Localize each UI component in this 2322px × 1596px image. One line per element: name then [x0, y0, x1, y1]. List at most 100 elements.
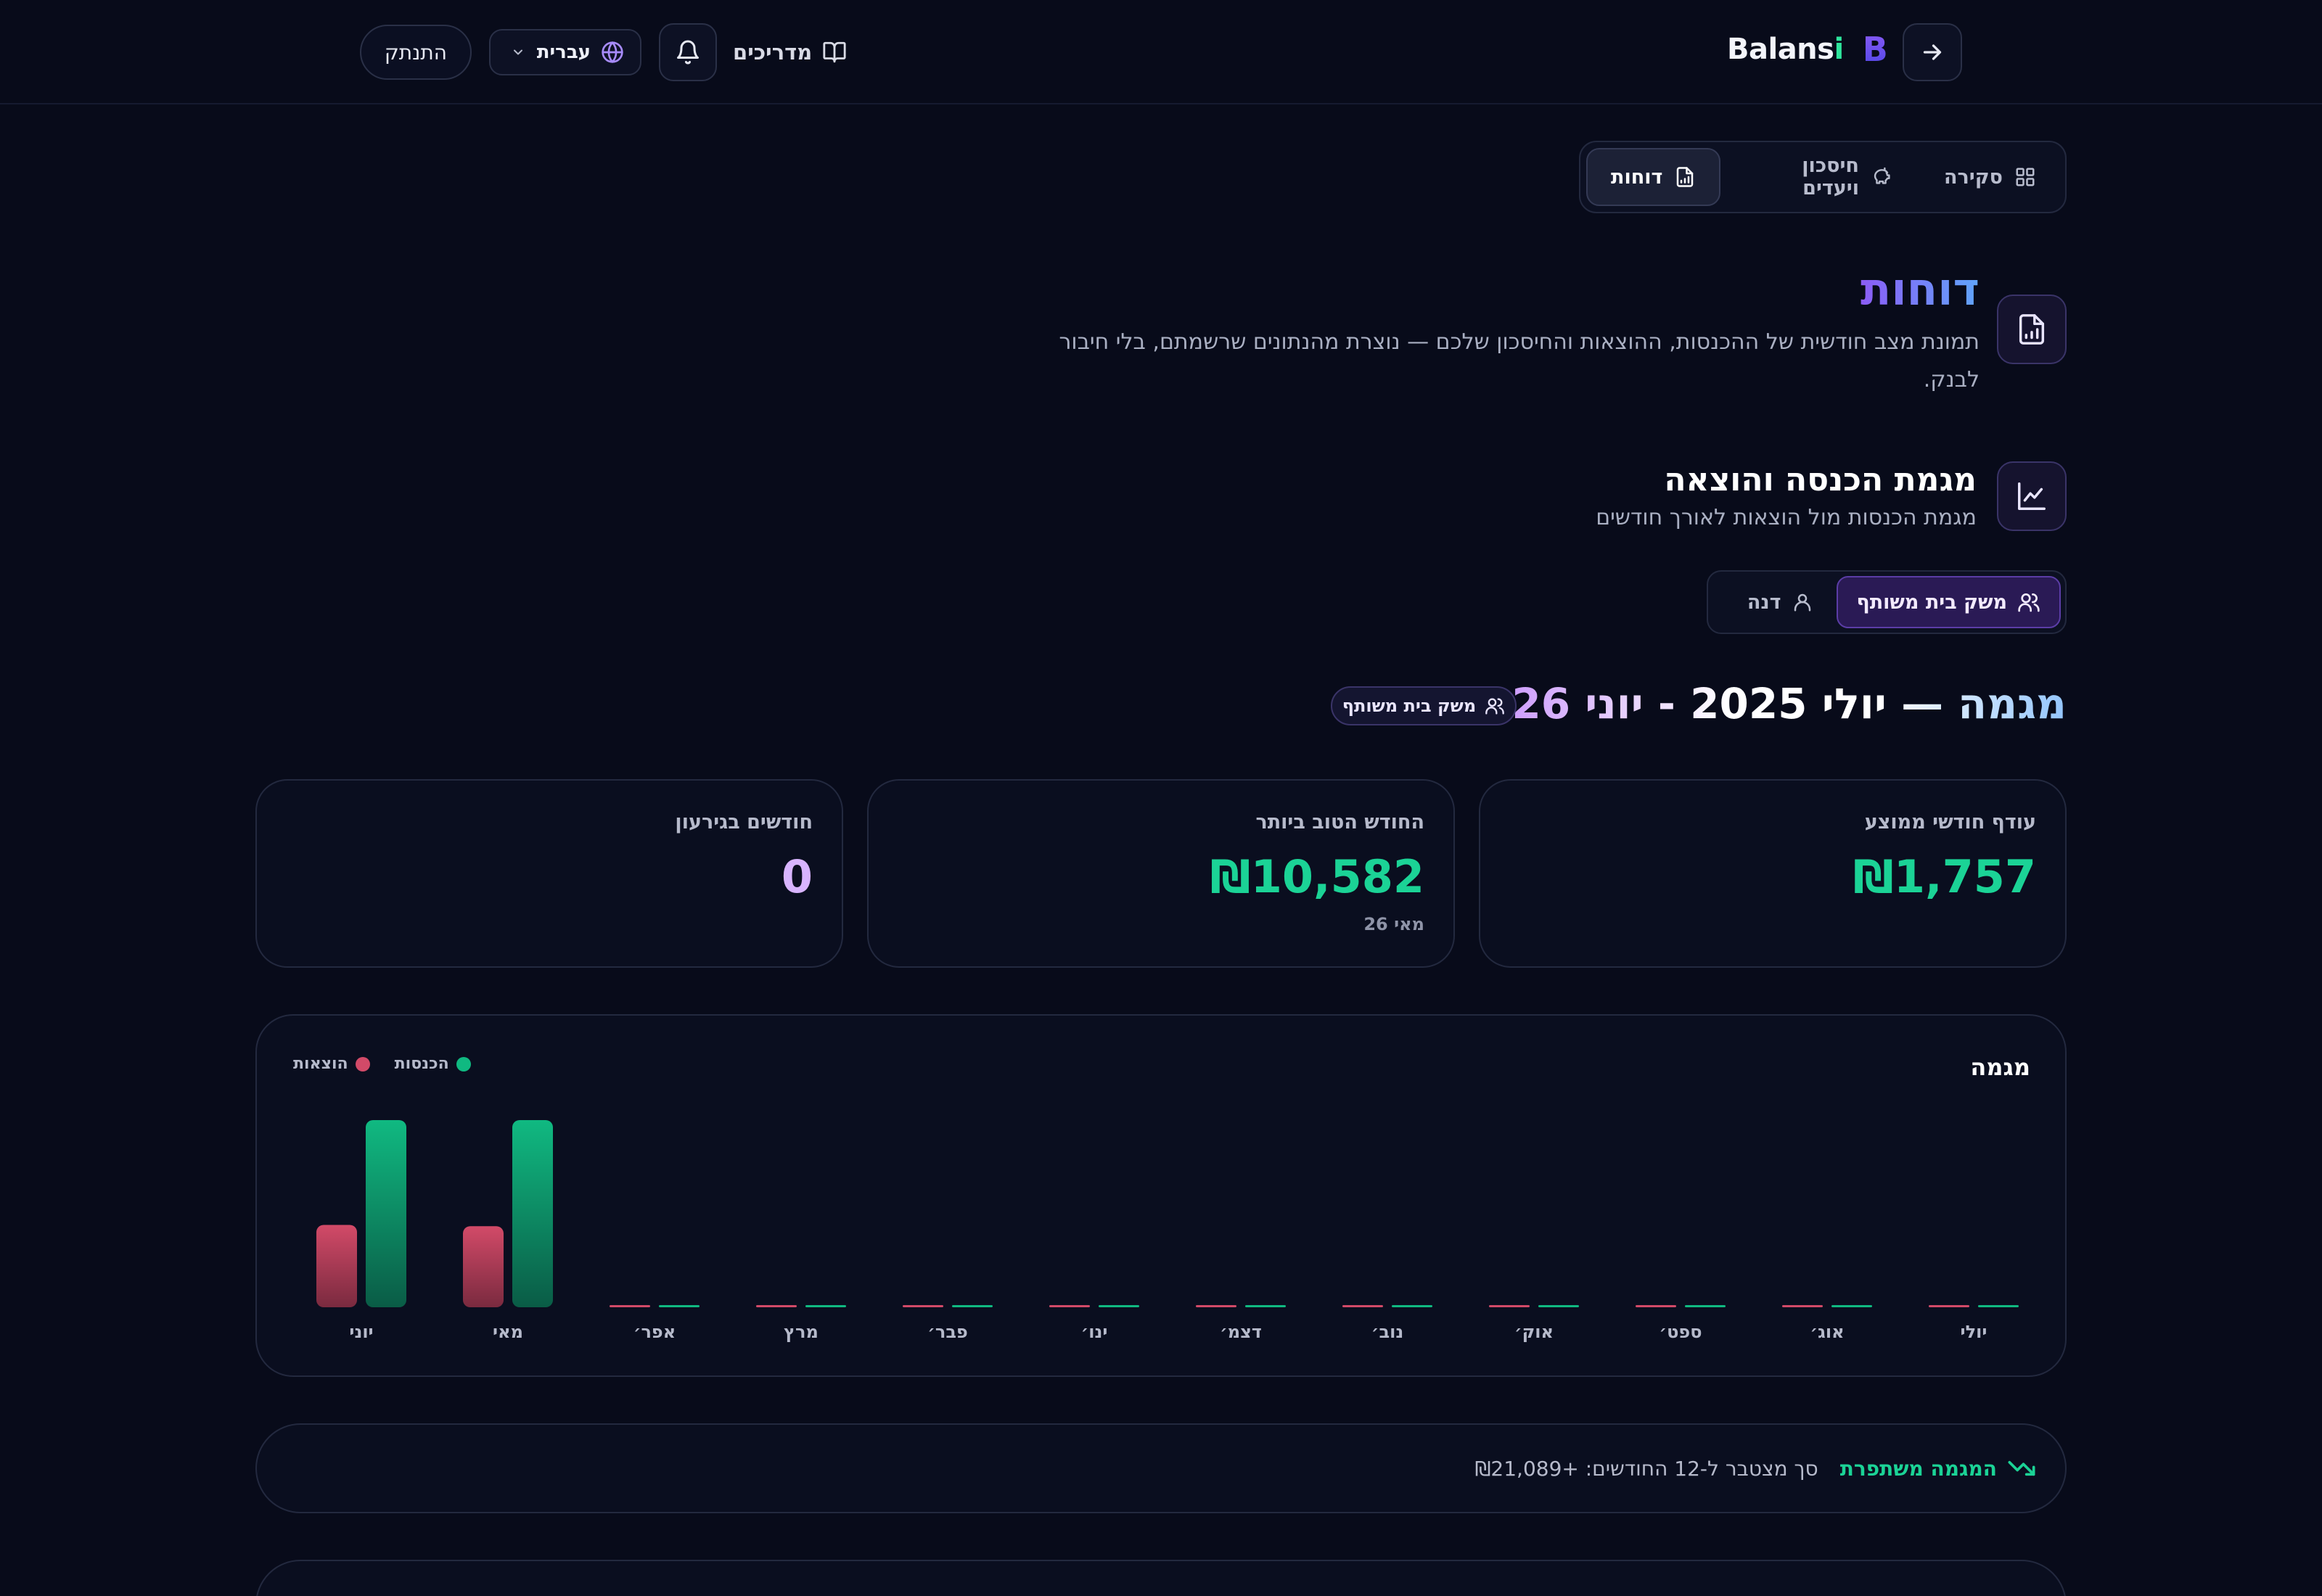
- report-icon: [2019, 314, 2045, 345]
- range-title-range: יולי 2025 - יוני 2026: [1585, 679, 1887, 728]
- next-section-card: [255, 1560, 2067, 1596]
- line-chart-icon: [2018, 482, 2046, 510]
- bar-expense[interactable]: [1782, 1305, 1823, 1307]
- trend-total-text: סך מצטבר ל-12 החודשים: +₪21,089: [1474, 1456, 1818, 1481]
- users-icon: [1485, 698, 1505, 715]
- scope-badge-label: משק בית משותף: [1342, 696, 1477, 716]
- x-tick-label: יולי: [1961, 1322, 1987, 1342]
- scope-toggle: משק בית משותף דנה: [1707, 570, 2067, 634]
- page-subtitle: תמונת מצב חודשית של ההכנסות, ההוצאות והח…: [1059, 329, 1980, 392]
- legend-income-swatch: [456, 1056, 471, 1071]
- bar-expense[interactable]: [463, 1226, 504, 1307]
- bar-income[interactable]: [366, 1120, 406, 1307]
- legend-expense: הוצאות: [293, 1055, 370, 1073]
- logout-button[interactable]: התנתק: [360, 25, 472, 80]
- x-tick-label: פבר׳: [927, 1322, 968, 1342]
- piggy-bank-icon: [1874, 167, 1890, 184]
- stat-card-deficit-months: חודשים בגירעון 0: [255, 779, 843, 968]
- tab-overview[interactable]: סקירה: [1921, 148, 2059, 206]
- x-tick-label: אפר׳: [633, 1322, 676, 1342]
- users-icon: [2018, 593, 2040, 612]
- back-button[interactable]: [1903, 23, 1962, 81]
- chart-title: מגמה: [1970, 1053, 2030, 1081]
- scope-option-dana[interactable]: דנה: [1728, 576, 1832, 628]
- trend-label: המגמה משתפרת: [1840, 1454, 2036, 1483]
- bar-income[interactable]: [805, 1305, 846, 1307]
- page-icon-box: [1997, 295, 2067, 364]
- bar-expense[interactable]: [610, 1305, 650, 1307]
- section-icon-box: [1997, 461, 2067, 531]
- stat-label: החודש הטוב ביותר: [1255, 811, 1424, 834]
- section-subtitle: מגמת הכנסות מול הוצאות לאורך חודשים: [1596, 505, 1977, 530]
- main-tabs: סקירה חיסכון ויעדים דוחות: [1579, 141, 2067, 213]
- book-icon: [823, 41, 846, 63]
- x-tick-label: ינו׳: [1081, 1322, 1108, 1342]
- top-bar: Balansi B מדריכים עברית התנתק: [0, 0, 2322, 104]
- scope-option-household[interactable]: משק בית משותף: [1836, 576, 2061, 628]
- x-tick-label: אוק׳: [1514, 1322, 1554, 1342]
- stat-label: חודשים בגירעון: [675, 811, 813, 834]
- language-select[interactable]: עברית: [489, 29, 641, 75]
- bar-expense[interactable]: [1929, 1305, 1969, 1307]
- report-icon: [1677, 167, 1694, 187]
- tab-reports-label: דוחות: [1611, 165, 1663, 189]
- x-tick-label: ספט׳: [1659, 1322, 1702, 1342]
- bar-income[interactable]: [1978, 1305, 2019, 1307]
- notifications-button[interactable]: [659, 23, 717, 81]
- bar-income[interactable]: [1538, 1305, 1579, 1307]
- bar-expense[interactable]: [903, 1305, 943, 1307]
- language-label: עברית: [536, 41, 591, 63]
- trend-summary: המגמה משתפרת סך מצטבר ל-12 החודשים: +₪21…: [255, 1423, 2067, 1513]
- chart-legend: הכנסות הוצאות: [293, 1055, 471, 1073]
- bar-income[interactable]: [952, 1305, 993, 1307]
- bar-expense[interactable]: [1049, 1305, 1090, 1307]
- tab-savings-goals[interactable]: חיסכון ויעדים: [1726, 148, 1915, 206]
- trend-chart-card: יולי אוג׳ ספט׳ אוק׳ נוב׳ דצמ׳ ינו׳ פבר׳ מרץ אפר׳ מ…: [255, 1014, 2067, 1377]
- bar-income[interactable]: [659, 1305, 700, 1307]
- scope-badge: משק בית משותף: [1331, 686, 1517, 725]
- legend-income: הכנסות: [395, 1055, 471, 1073]
- bar-expense[interactable]: [316, 1225, 357, 1307]
- globe-icon: [602, 41, 623, 63]
- x-tick-label: נוב׳: [1371, 1322, 1403, 1342]
- user-icon: [1794, 593, 1810, 612]
- tab-savings-goals-label: חיסכון ויעדים: [1802, 155, 1859, 200]
- tab-reports[interactable]: דוחות: [1586, 148, 1721, 206]
- grid-icon: [2016, 168, 2035, 186]
- page-title: דוחות: [1861, 258, 1980, 321]
- guides-link[interactable]: מדריכים: [733, 32, 847, 73]
- bar-income[interactable]: [1685, 1305, 1726, 1307]
- scope-option-dana-label: דנה: [1747, 591, 1781, 614]
- trend-chart: יולי אוג׳ ספט׳ אוק׳ נוב׳ דצמ׳ ינו׳ פבר׳ מרץ אפר׳ מ…: [316, 1120, 2019, 1342]
- legend-expense-swatch: [355, 1056, 370, 1071]
- bar-income[interactable]: [1245, 1305, 1286, 1307]
- x-tick-label: יוני: [349, 1322, 373, 1342]
- legend-income-label: הכנסות: [394, 1055, 449, 1073]
- bar-income[interactable]: [1099, 1305, 1139, 1307]
- scope-option-household-label: משק בית משותף: [1856, 591, 2008, 614]
- brand-name: Balansi: [1727, 33, 1844, 66]
- bar-income[interactable]: [1831, 1305, 1872, 1307]
- stat-card-best-month: החודש הטוב ביותר ₪10,582 מאי 26: [867, 779, 1455, 968]
- brand[interactable]: Balansi B: [1727, 26, 1888, 73]
- stat-note: מאי 26: [1363, 914, 1424, 934]
- bar-expense[interactable]: [756, 1305, 797, 1307]
- bar-expense[interactable]: [1489, 1305, 1530, 1307]
- bar-expense[interactable]: [1196, 1305, 1236, 1307]
- section-title: מגמת הכנסה והוצאה: [1664, 461, 1977, 498]
- stat-value: ₪1,757: [1853, 850, 2036, 903]
- language-select-value: עברית: [537, 41, 624, 64]
- stat-value: 0: [781, 850, 813, 903]
- bar-expense[interactable]: [1636, 1305, 1676, 1307]
- x-tick-label: דצמ׳: [1220, 1322, 1262, 1342]
- stat-card-avg-surplus: עודף חודשי ממוצע ₪1,757: [1479, 779, 2067, 968]
- x-tick-label: מרץ: [784, 1322, 819, 1342]
- x-tick-label: מאי: [493, 1322, 523, 1342]
- bell-icon: [677, 40, 699, 65]
- bar-income[interactable]: [512, 1120, 553, 1307]
- bar-income[interactable]: [1392, 1305, 1432, 1307]
- stat-label: עודף חודשי ממוצע: [1864, 811, 2036, 834]
- x-tick-label: אוג׳: [1810, 1322, 1844, 1342]
- bar-expense[interactable]: [1342, 1305, 1383, 1307]
- trend-label-text: המגמה משתפרת: [1839, 1456, 1997, 1481]
